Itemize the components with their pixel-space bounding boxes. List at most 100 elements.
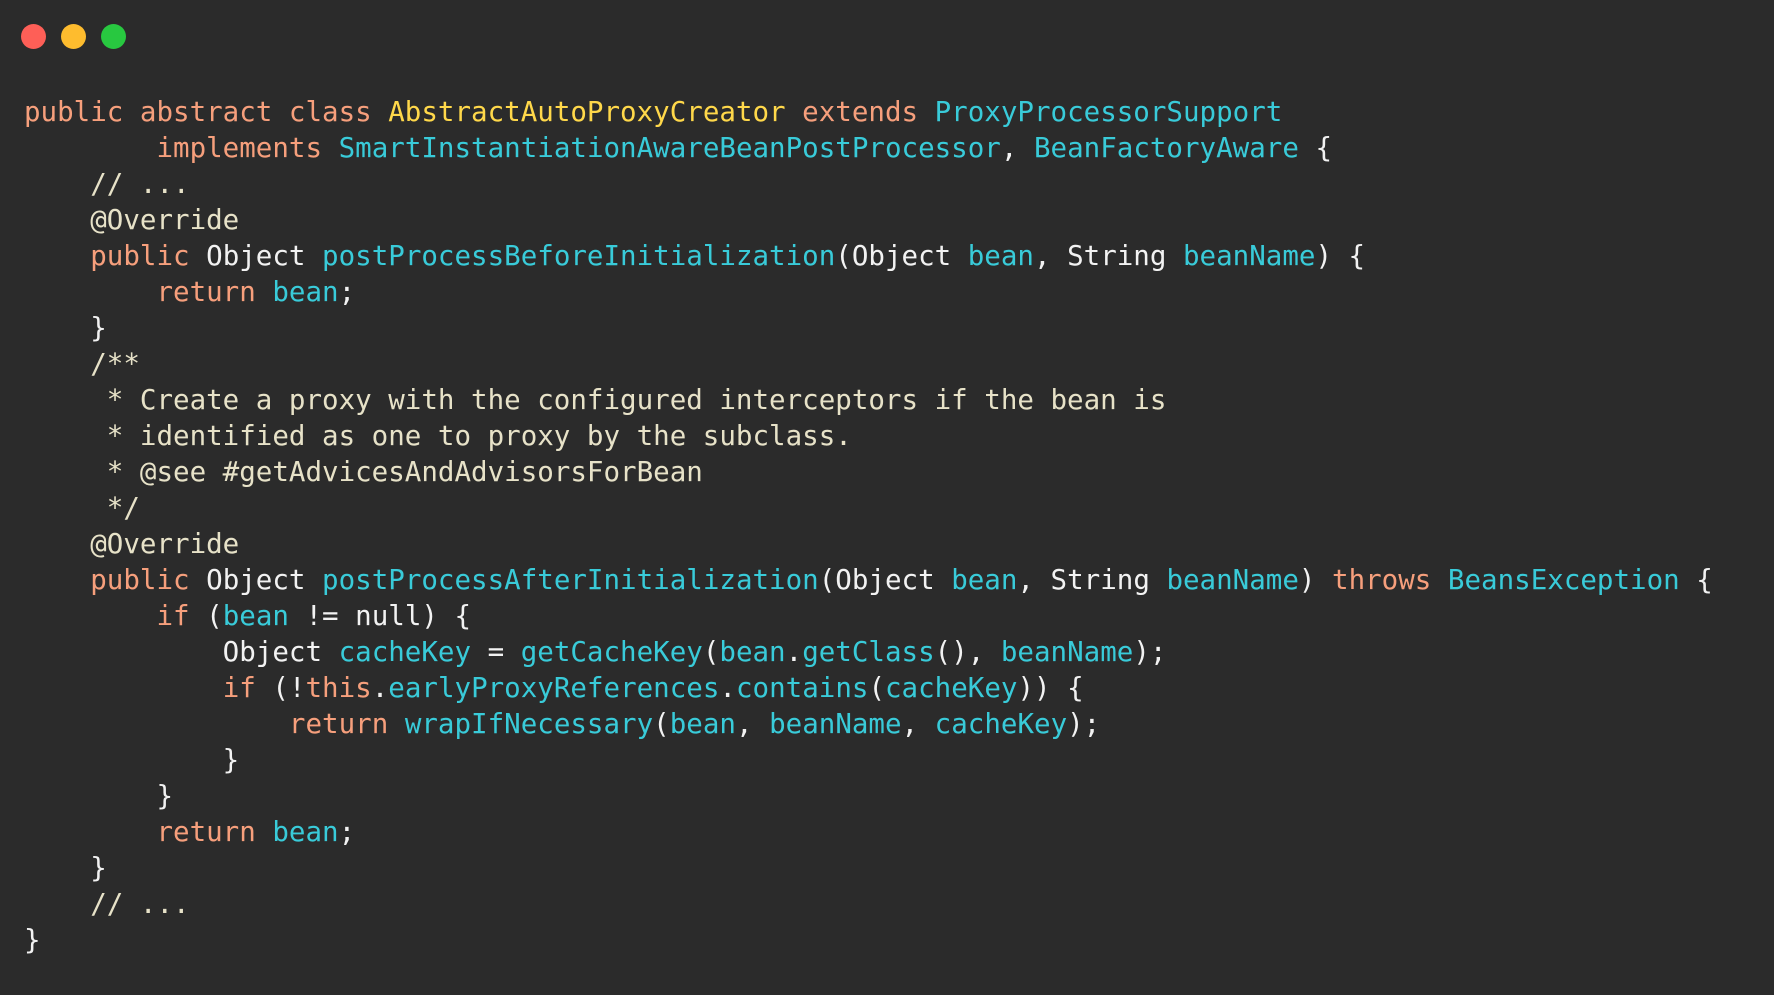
- code-line: Object cacheKey = getCacheKey(bean.getCl…: [24, 634, 1713, 670]
- code-token-plain: }: [24, 852, 107, 884]
- code-token-fn: postProcessAfterInitialization: [322, 564, 819, 596]
- code-line: return bean;: [24, 814, 1713, 850]
- code-token-fn: bean: [951, 564, 1018, 596]
- code-token-fn: cacheKey: [885, 672, 1018, 704]
- code-token-plain: {: [1679, 564, 1713, 596]
- code-token-kw: public: [90, 564, 190, 596]
- code-token-plain: Object: [24, 636, 339, 668]
- code-line: * identified as one to proxy by the subc…: [24, 418, 1713, 454]
- code-line: }: [24, 922, 1713, 958]
- code-line: /**: [24, 346, 1713, 382]
- code-line: // ...: [24, 166, 1713, 202]
- code-token-plain: .: [785, 636, 803, 668]
- code-token-plain: (!: [255, 672, 306, 704]
- code-token-comment: @Override: [24, 204, 240, 236]
- code-token-plain: .: [719, 672, 736, 704]
- code-token-fn: bean: [719, 636, 786, 668]
- code-token-kw: return: [156, 816, 256, 848]
- code-token-plain: (: [653, 708, 670, 740]
- code-token-kw: return: [288, 708, 389, 740]
- code-line: return bean;: [24, 274, 1713, 310]
- code-token-plain: =: [471, 636, 521, 668]
- code-token-plain: (Object: [818, 564, 952, 596]
- code-token-plain: ;: [338, 276, 356, 308]
- code-token-kw: return: [156, 276, 256, 308]
- code-token-fn: earlyProxyReferences: [388, 672, 720, 704]
- code-token-plain: );: [1133, 636, 1167, 668]
- code-line: public abstract class AbstractAutoProxyC…: [24, 94, 1713, 130]
- code-token-fn: ProxyProcessorSupport: [934, 96, 1283, 128]
- code-line: @Override: [24, 526, 1713, 562]
- code-token-plain: (: [189, 600, 223, 632]
- code-token-plain: , String: [1033, 240, 1183, 272]
- code-token-fn: bean: [669, 708, 736, 740]
- code-line: if (!this.earlyProxyReferences.contains(…: [24, 670, 1713, 706]
- code-line: public Object postProcessBeforeInitializ…: [24, 238, 1713, 274]
- code-token-plain: , String: [1017, 564, 1167, 596]
- code-token-fn: beanName: [769, 708, 902, 740]
- code-line: * @see #getAdvicesAndAdvisorsForBean: [24, 454, 1713, 490]
- code-token-fn: BeansException: [1447, 564, 1680, 596]
- code-token-fn: beanName: [1000, 636, 1134, 668]
- code-token-kw: implements: [156, 132, 323, 164]
- code-token-plain: (: [868, 672, 885, 704]
- code-token-comment: */: [24, 492, 140, 524]
- code-token-fn: bean: [272, 276, 339, 308]
- code-token-plain: (),: [934, 636, 1001, 668]
- code-window: public abstract class AbstractAutoProxyC…: [0, 0, 1774, 995]
- code-token-comment: * identified as one to proxy by the subc…: [24, 420, 852, 452]
- code-line: }: [24, 742, 1713, 778]
- code-token-kw: this: [305, 672, 372, 704]
- code-token-plain: ,: [901, 708, 935, 740]
- code-token-plain: ): [1298, 564, 1333, 596]
- code-token-plain: ,: [1000, 132, 1034, 164]
- code-line: }: [24, 778, 1713, 814]
- code-token-plain: Object: [189, 240, 323, 272]
- code-token-plain: }: [24, 312, 107, 344]
- code-token-plain: }: [24, 924, 41, 956]
- code-token-fn: getClass: [802, 636, 935, 668]
- window-controls: [21, 24, 126, 49]
- code-token-fn: postProcessBeforeInitialization: [322, 240, 836, 272]
- code-token-fn: wrapIfNecessary: [404, 708, 654, 740]
- code-token-kw: if: [156, 600, 190, 632]
- code-token-kw: throws: [1332, 564, 1432, 596]
- code-token-plain: (Object: [835, 240, 968, 272]
- code-token-comment: @Override: [24, 528, 240, 560]
- close-button[interactable]: [21, 24, 46, 49]
- code-line: }: [24, 310, 1713, 346]
- code-token-kw: public abstract class: [24, 96, 389, 128]
- zoom-button[interactable]: [101, 24, 126, 49]
- code-block: public abstract class AbstractAutoProxyC…: [24, 94, 1713, 958]
- code-line: */: [24, 490, 1713, 526]
- code-token-kw: public: [90, 240, 190, 272]
- code-token-plain: );: [1067, 708, 1101, 740]
- code-token-plain: }: [24, 744, 240, 776]
- code-line: }: [24, 850, 1713, 886]
- code-token-fn: beanName: [1182, 240, 1316, 272]
- code-token-comment: // ...: [24, 168, 190, 200]
- code-token-plain: }: [24, 780, 174, 812]
- code-token-fn: getCacheKey: [520, 636, 703, 668]
- code-token-comment: // ...: [24, 888, 190, 920]
- minimize-button[interactable]: [61, 24, 86, 49]
- code-token-fn: SmartInstantiationAwareBeanPostProcessor: [338, 132, 1001, 164]
- code-token-fn: BeanFactoryAware: [1033, 132, 1299, 164]
- code-token-comment: * Create a proxy with the configured int…: [24, 384, 1167, 416]
- code-token-plain: != null) {: [288, 600, 472, 632]
- code-token-plain: {: [1298, 132, 1333, 164]
- code-token-kw: extends: [785, 96, 935, 128]
- code-token-plain: ;: [338, 816, 356, 848]
- code-token-comment: * @see #getAdvicesAndAdvisorsForBean: [24, 456, 703, 488]
